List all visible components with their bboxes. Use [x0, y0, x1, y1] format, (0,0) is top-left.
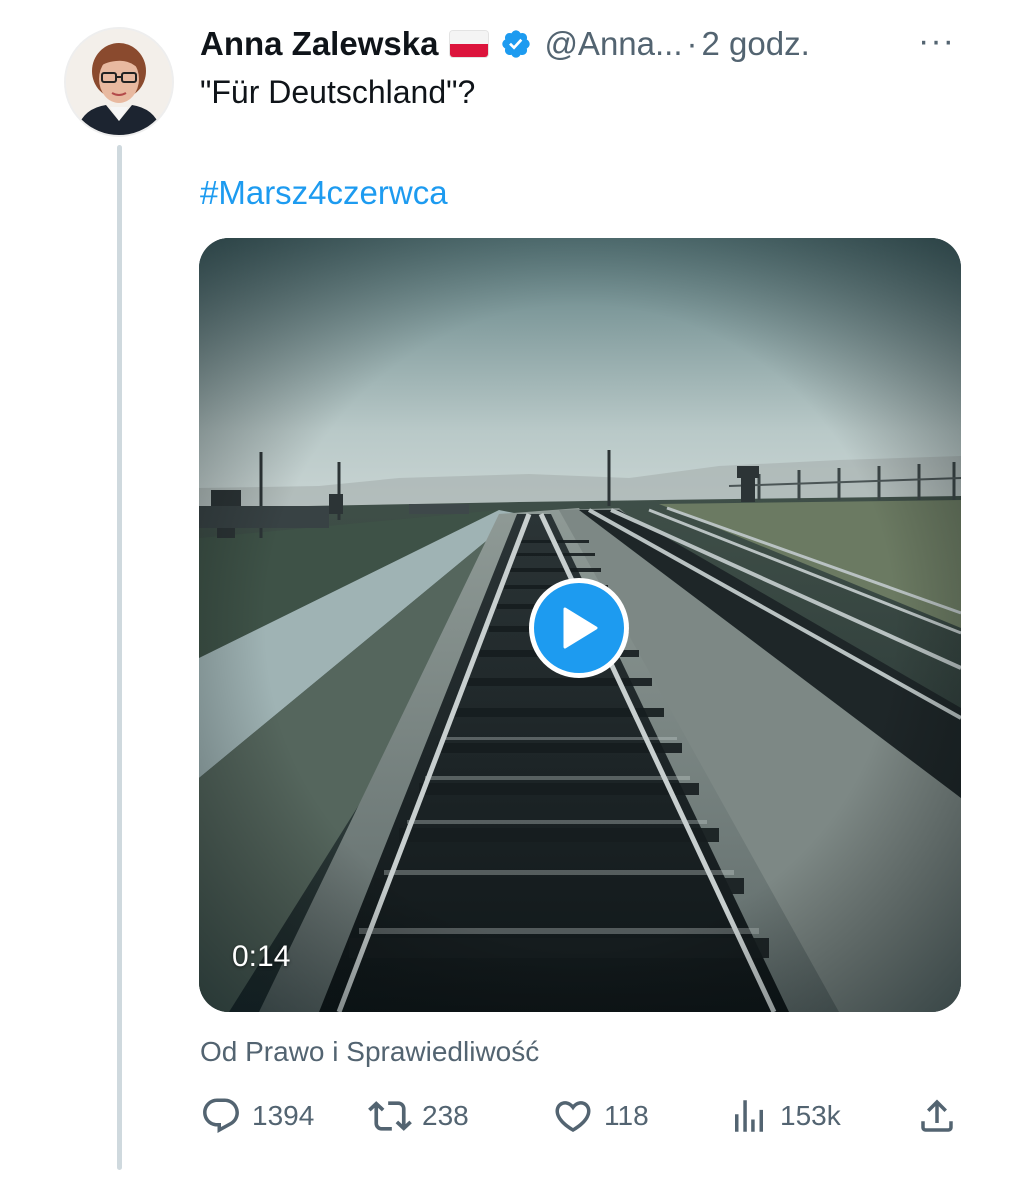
- share-button[interactable]: [916, 1088, 958, 1144]
- heart-icon: [555, 1101, 591, 1133]
- action-bar: 1394 238 118 153k: [200, 1088, 970, 1144]
- retweet-button[interactable]: 238: [368, 1088, 469, 1144]
- hashtag-link[interactable]: #Marsz4czerwca: [200, 174, 448, 212]
- author-handle[interactable]: @Anna...: [544, 25, 682, 63]
- separator-dot: ·: [686, 25, 698, 62]
- tweet-text: "Für Deutschland"?: [200, 74, 476, 110]
- reply-button[interactable]: 1394: [200, 1088, 314, 1144]
- like-button[interactable]: 118: [552, 1088, 649, 1144]
- reply-icon: [203, 1098, 239, 1133]
- tweet: Anna Zalewska @Anna... · 2 godz. ··· "Fü…: [0, 0, 1025, 1200]
- share-icon: [921, 1099, 953, 1132]
- retweet-icon: [368, 1101, 412, 1131]
- attribution-text[interactable]: Od Prawo i Sprawiedliwość: [200, 1036, 539, 1068]
- reply-count: 1394: [252, 1100, 315, 1131]
- tweet-timestamp[interactable]: 2 godz.: [702, 25, 810, 63]
- retweet-count: 238: [422, 1100, 469, 1131]
- thread-line: [117, 145, 122, 1170]
- play-button[interactable]: [529, 578, 629, 678]
- play-icon: [563, 607, 598, 649]
- tweet-header: Anna Zalewska @Anna... · 2 godz.: [200, 22, 810, 66]
- avatar[interactable]: [64, 27, 174, 137]
- views-count: 153k: [780, 1100, 841, 1131]
- views-button[interactable]: 153k: [728, 1088, 841, 1144]
- verified-badge-icon: [502, 30, 531, 58]
- avatar-image: [66, 29, 172, 135]
- video-duration: 0:14: [232, 940, 291, 973]
- poland-flag-icon: [450, 31, 489, 57]
- more-options-icon[interactable]: ···: [918, 24, 955, 58]
- author-name[interactable]: Anna Zalewska: [200, 25, 438, 63]
- views-icon: [735, 1100, 763, 1132]
- like-count: 118: [604, 1100, 649, 1131]
